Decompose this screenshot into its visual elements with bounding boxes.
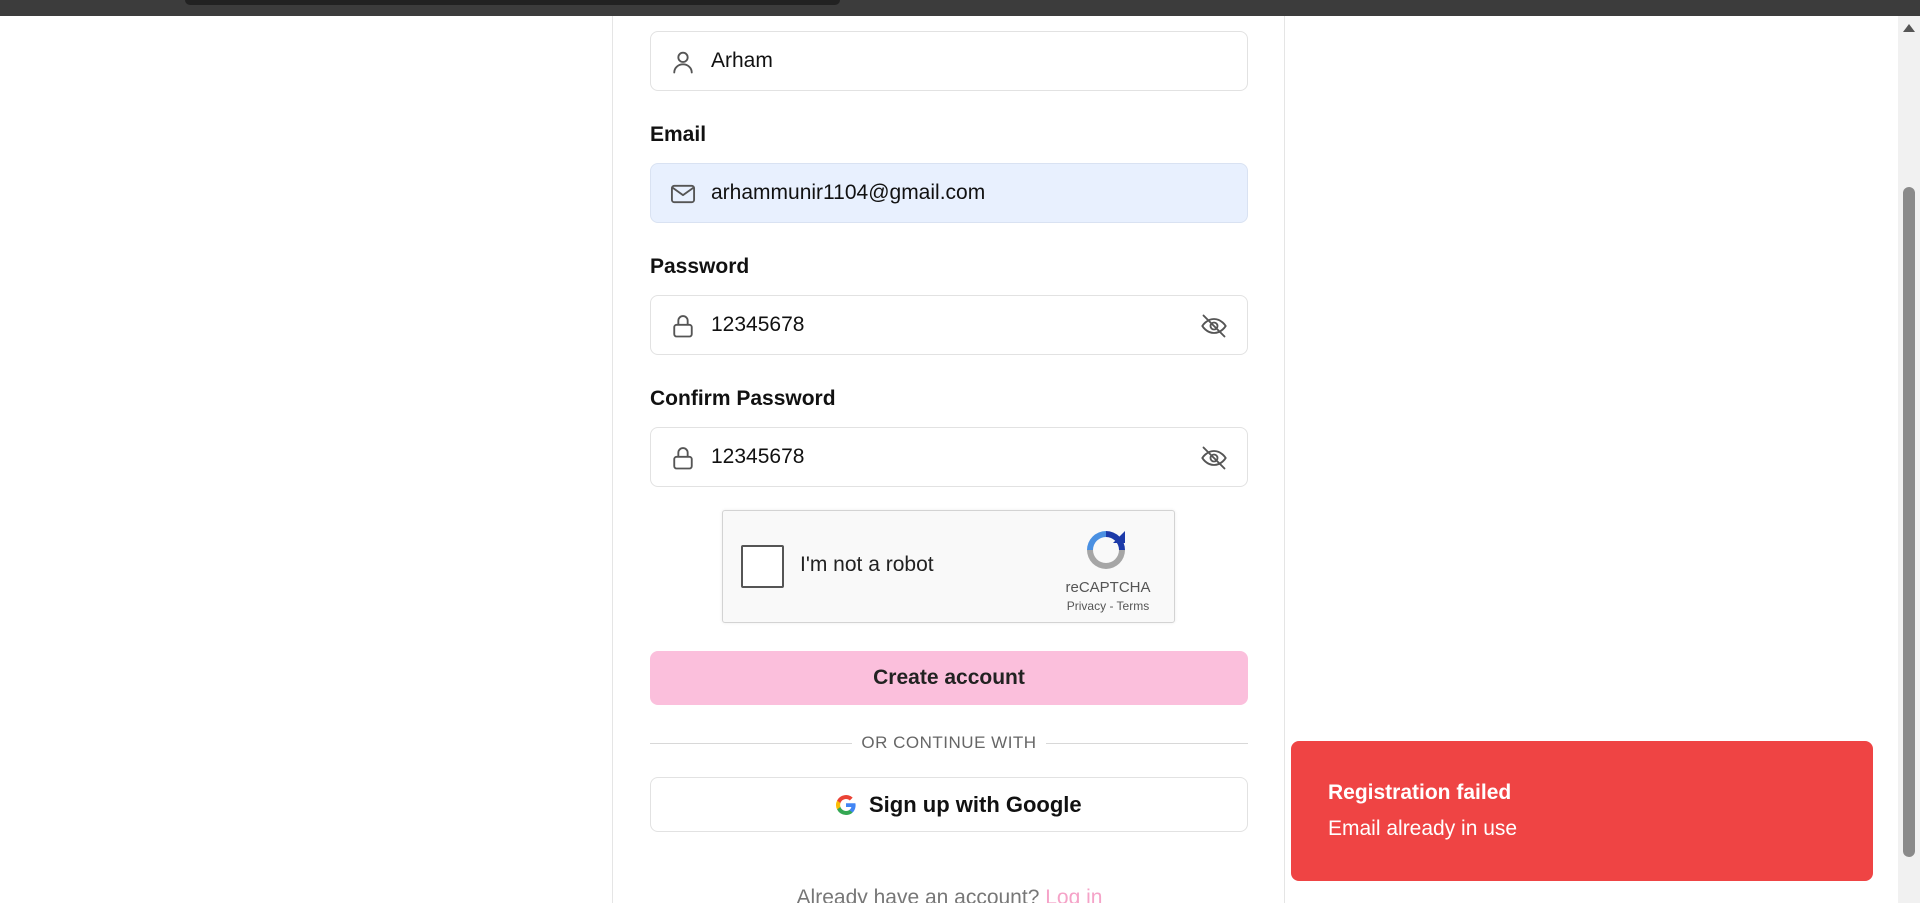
password-field[interactable]: 12345678 xyxy=(650,295,1248,355)
google-signup-label: Sign up with Google xyxy=(869,792,1082,817)
signup-form-card: Arham Email arhammunir1104@gmail.com Pas… xyxy=(612,16,1285,903)
user-icon xyxy=(673,51,693,74)
email-value: arhammunir1104@gmail.com xyxy=(711,181,986,204)
page-scrollbar[interactable] xyxy=(1898,16,1920,903)
email-field[interactable]: arhammunir1104@gmail.com xyxy=(650,163,1248,223)
login-prompt: Already have an account? Log in xyxy=(613,886,1286,903)
login-link[interactable]: Log in xyxy=(1045,886,1102,903)
error-toast[interactable]: Registration failed Email already in use xyxy=(1291,741,1873,881)
google-signup-button[interactable]: Sign up with Google xyxy=(650,777,1248,832)
browser-top-bar xyxy=(0,0,1920,16)
name-field[interactable]: Arham xyxy=(650,31,1248,91)
divider-text: OR CONTINUE WITH xyxy=(861,733,1037,752)
or-divider: OR CONTINUE WITH xyxy=(650,733,1248,753)
login-prompt-text: Already have an account? xyxy=(796,886,1040,903)
create-account-button[interactable]: Create account xyxy=(650,651,1248,705)
scrollbar-thumb[interactable] xyxy=(1903,187,1915,857)
recaptcha-widget: I'm not a robot reCAPTCHA Privacy - Term… xyxy=(722,510,1175,623)
recaptcha-brand: reCAPTCHA xyxy=(1065,579,1151,596)
browser-tab-strip xyxy=(185,0,840,5)
lock-icon xyxy=(673,315,693,338)
recaptcha-label: I'm not a robot xyxy=(800,553,934,576)
confirm-password-label: Confirm Password xyxy=(650,387,836,410)
eye-off-icon[interactable] xyxy=(1199,444,1229,472)
google-icon xyxy=(836,795,856,815)
confirm-password-value: 12345678 xyxy=(711,445,805,468)
mail-icon xyxy=(670,184,696,204)
name-value: Arham xyxy=(711,49,773,72)
password-value: 12345678 xyxy=(711,313,805,336)
eye-off-icon[interactable] xyxy=(1199,312,1229,340)
scroll-up-arrow-icon[interactable] xyxy=(1903,24,1915,32)
lock-icon xyxy=(673,447,693,470)
recaptcha-links[interactable]: Privacy - Terms xyxy=(1043,599,1173,613)
toast-title: Registration failed xyxy=(1328,781,1512,804)
password-label: Password xyxy=(650,255,750,278)
recaptcha-logo-icon xyxy=(1087,531,1125,569)
email-label: Email xyxy=(650,123,707,146)
recaptcha-checkbox[interactable] xyxy=(741,545,784,588)
confirm-password-field[interactable]: 12345678 xyxy=(650,427,1248,487)
toast-message: Email already in use xyxy=(1328,817,1518,840)
